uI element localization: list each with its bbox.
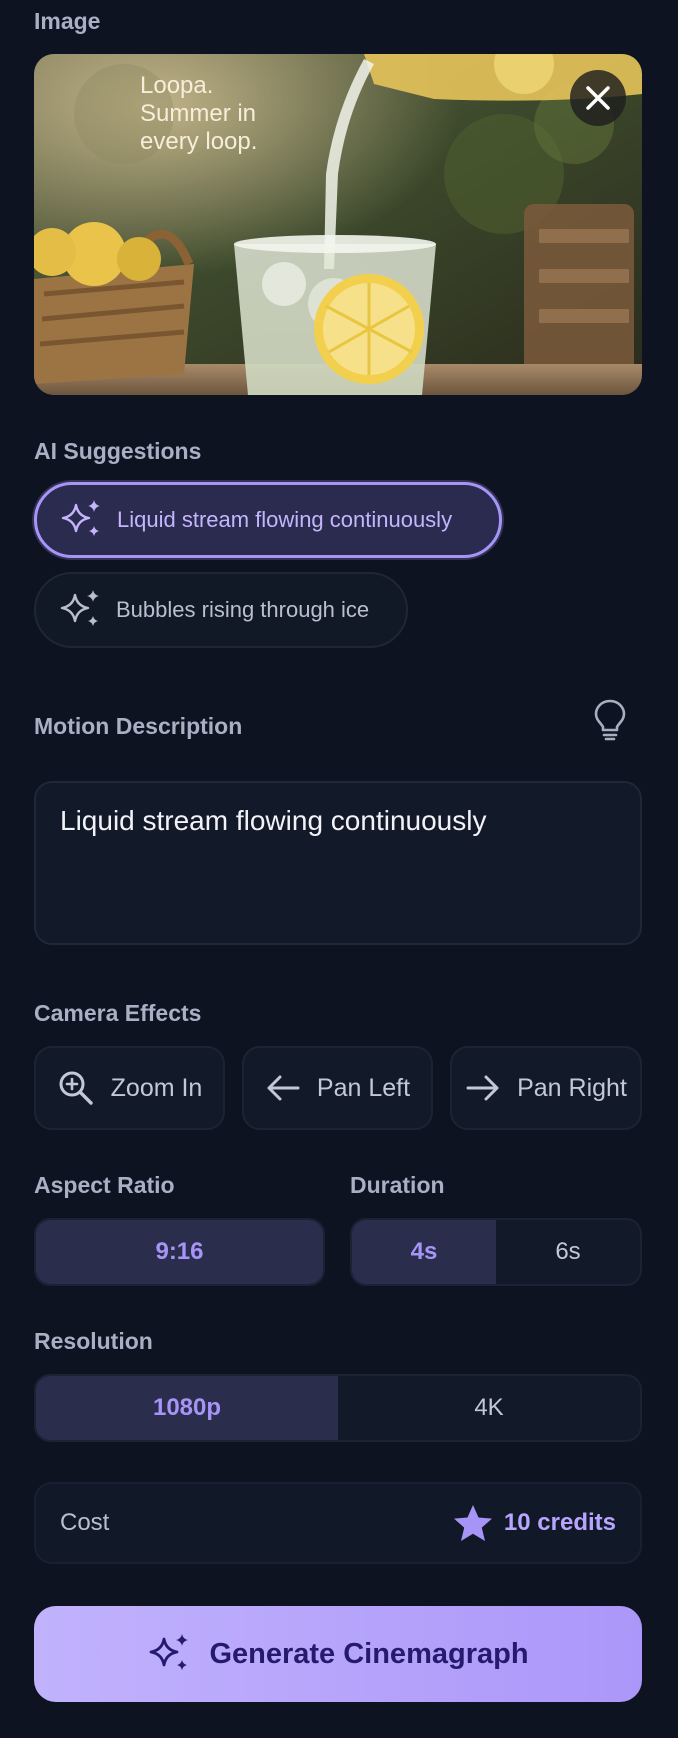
camera-effect-label: Zoom In — [110, 1073, 203, 1102]
suggestion-label: Bubbles rising through ice — [116, 597, 370, 622]
close-icon — [586, 86, 610, 110]
cost-summary: Cost 10 credits — [34, 1482, 642, 1564]
cinemagraph-panel: Image Loopa. Summer in every loop. AI Su… — [0, 0, 678, 1738]
cost-value: 10 credits — [452, 1503, 616, 1543]
lightbulb-icon[interactable] — [592, 698, 628, 742]
lemonade-photo — [34, 54, 642, 395]
caption-line: Summer in — [140, 100, 257, 127]
image-caption: Loopa. Summer in every loop. — [140, 72, 257, 156]
resolution-label: Resolution — [34, 1328, 153, 1354]
aspect-ratio-selector: 9:16 — [34, 1218, 325, 1286]
zoom-in-icon — [59, 1071, 93, 1105]
image-section-label: Image — [34, 8, 101, 34]
cost-credits: 10 credits — [503, 1509, 616, 1536]
duration-option-6s[interactable]: 6s — [496, 1220, 640, 1284]
resolution-option-1080p[interactable]: 1080p — [36, 1376, 338, 1440]
camera-effect-label: Pan Left — [316, 1073, 411, 1102]
caption-line: Loopa. — [140, 72, 214, 99]
duration-option-4s[interactable]: 4s — [352, 1220, 496, 1284]
sparkles-icon — [150, 1634, 189, 1670]
duration-label: Duration — [350, 1172, 445, 1198]
resolution-selector: 1080p 4K — [34, 1374, 642, 1442]
generate-button-label: Generate Cinemagraph — [209, 1637, 529, 1670]
star-icon — [453, 1505, 492, 1541]
suggestion-label: Liquid stream flowing continuously — [117, 507, 453, 532]
remove-image-button[interactable] — [570, 70, 626, 126]
motion-description-label: Motion Description — [34, 713, 243, 739]
arrow-right-icon — [466, 1075, 499, 1101]
suggestion-chip-liquid-stream[interactable]: Liquid stream flowing continuously — [34, 482, 502, 558]
sparkles-icon — [61, 500, 100, 536]
pan-right-button[interactable]: Pan Right — [450, 1046, 642, 1130]
motion-description-input[interactable]: Liquid stream flowing continuously — [34, 781, 642, 945]
arrow-left-icon — [267, 1075, 300, 1101]
ai-suggestions-label: AI Suggestions — [34, 438, 202, 464]
camera-effect-label: Pan Right — [517, 1073, 627, 1102]
suggestion-chip-bubbles[interactable]: Bubbles rising through ice — [34, 572, 408, 648]
cost-label: Cost — [60, 1509, 110, 1536]
caption-line: every loop. — [140, 128, 258, 155]
resolution-option-4k[interactable]: 4K — [338, 1376, 640, 1440]
generate-cinemagraph-button[interactable]: Generate Cinemagraph — [34, 1606, 642, 1702]
zoom-in-button[interactable]: Zoom In — [34, 1046, 225, 1130]
aspect-ratio-label: Aspect Ratio — [34, 1172, 175, 1198]
aspect-ratio-option-9-16[interactable]: 9:16 — [36, 1220, 323, 1284]
pan-left-button[interactable]: Pan Left — [242, 1046, 433, 1130]
duration-selector: 4s 6s — [350, 1218, 642, 1286]
image-preview: Loopa. Summer in every loop. — [34, 54, 642, 395]
camera-effects-label: Camera Effects — [34, 1000, 202, 1026]
sparkles-icon — [60, 590, 99, 626]
